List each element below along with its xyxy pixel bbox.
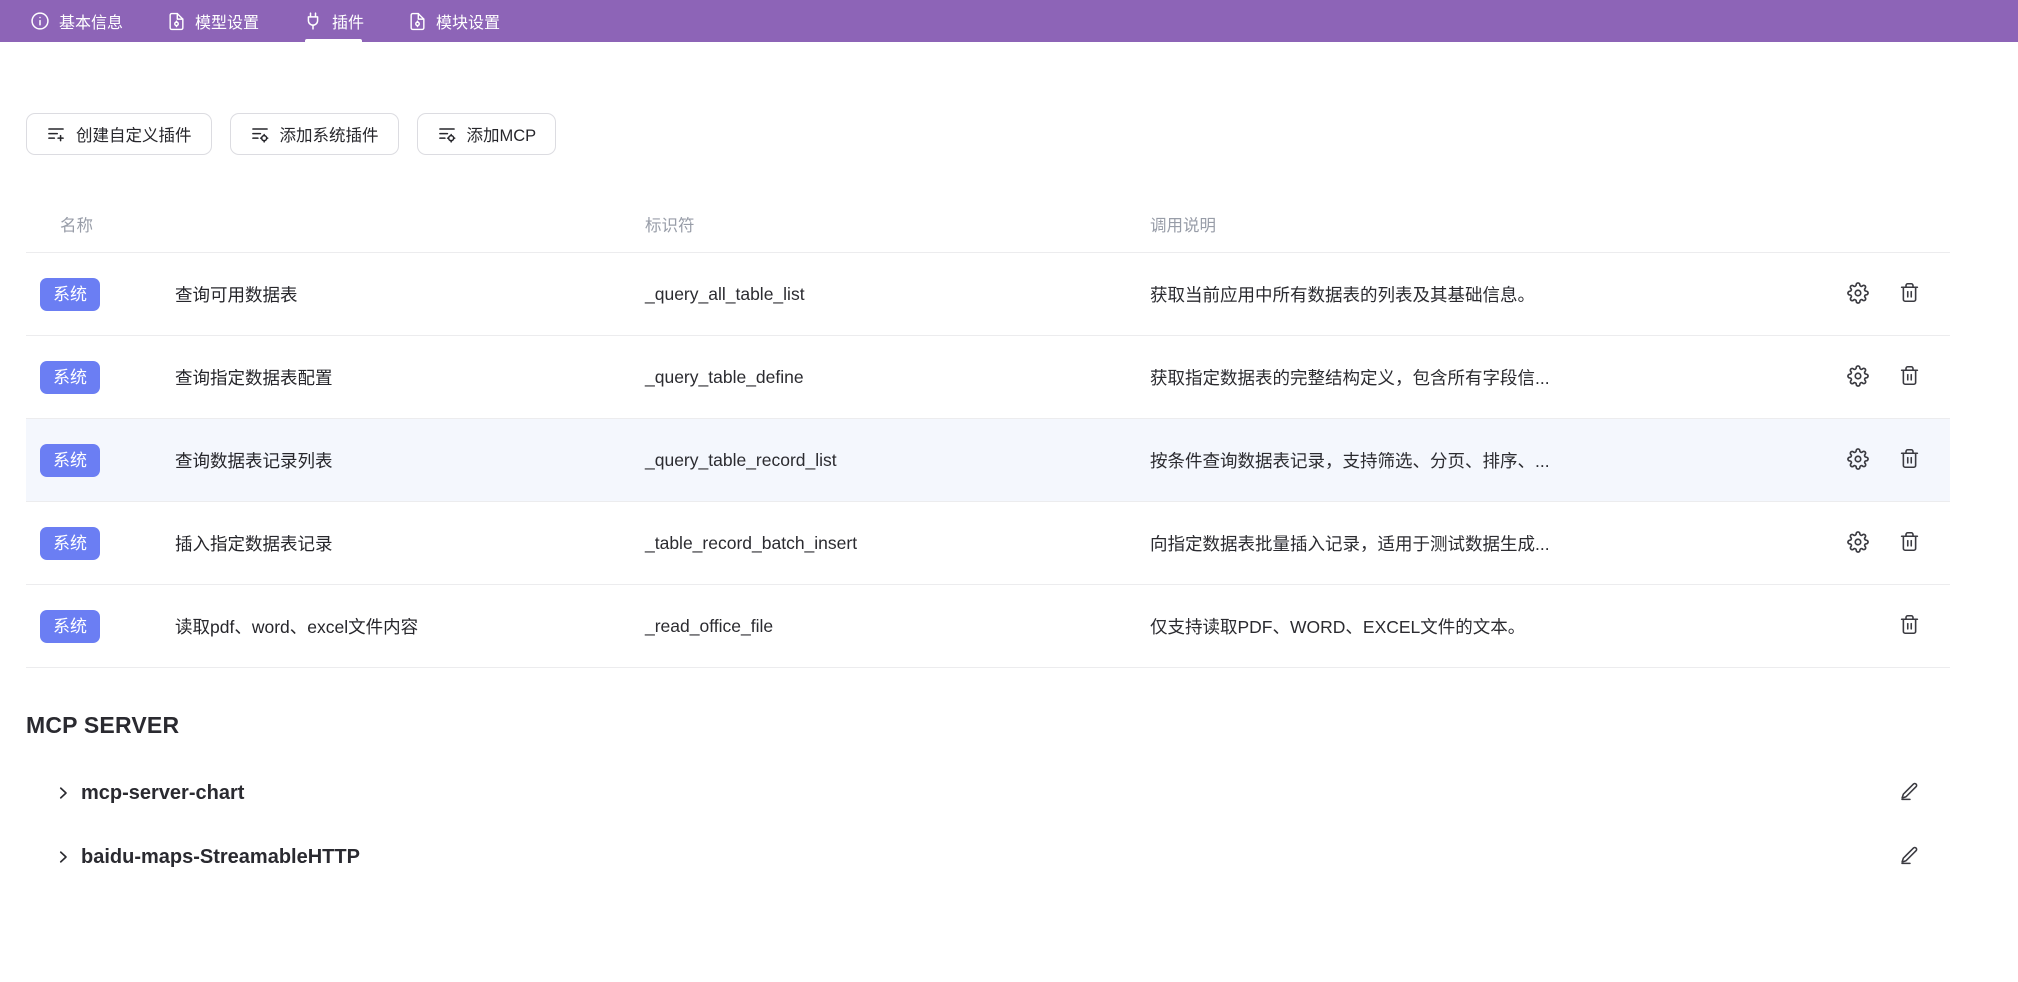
list-gear-icon (250, 124, 270, 144)
tab-plugins[interactable]: 插件 (303, 0, 364, 42)
system-badge: 系统 (40, 361, 100, 394)
pencil-icon (1899, 845, 1920, 869)
file-gear-icon (408, 12, 427, 31)
settings-button[interactable] (1847, 448, 1869, 473)
tab-basic-info[interactable]: 基本信息 (30, 0, 123, 42)
tab-label: 插件 (332, 9, 364, 33)
edit-button[interactable] (1899, 845, 1920, 869)
table-row[interactable]: 系统 查询指定数据表配置 _query_table_define 获取指定数据表… (26, 336, 1950, 419)
mcp-item-name: mcp-server-chart (81, 782, 244, 805)
plugin-identifier: _table_record_batch_insert (645, 533, 1150, 554)
column-header-description: 调用说明 (1150, 212, 1820, 236)
mcp-item-mcp-server-chart[interactable]: mcp-server-chart (26, 761, 1950, 825)
button-label: 添加MCP (467, 122, 537, 146)
system-badge: 系统 (40, 278, 100, 311)
tab-label: 模块设置 (436, 9, 500, 33)
plugin-description: 按条件查询数据表记录，支持筛选、分页、排序、... (1150, 448, 1820, 473)
tab-module-settings[interactable]: 模块设置 (408, 0, 500, 42)
system-badge: 系统 (40, 527, 100, 560)
plugin-description: 向指定数据表批量插入记录，适用于测试数据生成... (1150, 531, 1820, 556)
column-header-identifier: 标识符 (645, 212, 1150, 236)
mcp-section-title: MCP SERVER (26, 712, 1950, 739)
button-label: 创建自定义插件 (76, 122, 192, 146)
trash-icon (1899, 448, 1920, 472)
plugin-table: 名称 标识符 调用说明 系统 查询可用数据表 _query_all_table_… (26, 195, 1950, 668)
system-badge: 系统 (40, 610, 100, 643)
column-header-name: 名称 (40, 212, 645, 236)
settings-button[interactable] (1847, 531, 1869, 556)
mcp-item-name: baidu-maps-StreamableHTTP (81, 846, 360, 869)
trash-icon (1899, 282, 1920, 306)
mcp-section: MCP SERVER mcp-server-chart baidu-ma (26, 712, 1950, 889)
settings-button[interactable] (1847, 282, 1869, 307)
list-plus-icon (46, 124, 66, 144)
add-system-plugin-button[interactable]: 添加系统插件 (230, 113, 399, 155)
delete-button[interactable] (1899, 614, 1920, 638)
pencil-icon (1899, 781, 1920, 805)
plugin-name: 查询可用数据表 (175, 282, 645, 307)
chevron-right-icon (54, 848, 72, 866)
file-gear-icon (167, 12, 186, 31)
plugin-name: 查询指定数据表配置 (175, 365, 645, 390)
delete-button[interactable] (1899, 282, 1920, 307)
mcp-list: mcp-server-chart baidu-maps-StreamableHT… (26, 761, 1950, 889)
plugin-identifier: _query_all_table_list (645, 284, 1150, 305)
add-mcp-button[interactable]: 添加MCP (417, 113, 557, 155)
gear-icon (1847, 448, 1869, 473)
plugin-description: 获取指定数据表的完整结构定义，包含所有字段信... (1150, 365, 1820, 390)
create-custom-plugin-button[interactable]: 创建自定义插件 (26, 113, 212, 155)
tab-label: 基本信息 (59, 9, 123, 33)
plugin-name: 查询数据表记录列表 (175, 448, 645, 473)
chevron-right-icon (54, 784, 72, 802)
table-row[interactable]: 系统 读取pdf、word、excel文件内容 _read_office_fil… (26, 585, 1950, 668)
gear-icon (1847, 531, 1869, 556)
plug-icon (303, 11, 323, 31)
mcp-item-baidu-maps[interactable]: baidu-maps-StreamableHTTP (26, 825, 1950, 889)
plugin-identifier: _read_office_file (645, 616, 1150, 637)
table-header-row: 名称 标识符 调用说明 (26, 195, 1950, 253)
tab-model-settings[interactable]: 模型设置 (167, 0, 259, 42)
button-label: 添加系统插件 (280, 122, 379, 146)
trash-icon (1899, 614, 1920, 638)
trash-icon (1899, 531, 1920, 555)
plugin-description: 获取当前应用中所有数据表的列表及其基础信息。 (1150, 282, 1820, 307)
main-content: 创建自定义插件 添加系统插件 添加MCP 名称 标识符 调用说明 系统 查询可用… (0, 113, 2018, 889)
plugin-name: 插入指定数据表记录 (175, 531, 645, 556)
info-icon (30, 11, 50, 31)
settings-button[interactable] (1847, 365, 1869, 390)
toolbar: 创建自定义插件 添加系统插件 添加MCP (26, 113, 1950, 155)
trash-icon (1899, 365, 1920, 389)
gear-icon (1847, 282, 1869, 307)
plugin-identifier: _query_table_define (645, 367, 1150, 388)
plugin-name: 读取pdf、word、excel文件内容 (175, 614, 645, 639)
delete-button[interactable] (1899, 365, 1920, 390)
plugin-identifier: _query_table_record_list (645, 450, 1150, 471)
list-gear-icon (437, 124, 457, 144)
delete-button[interactable] (1899, 448, 1920, 473)
gear-icon (1847, 365, 1869, 390)
table-row[interactable]: 系统 查询数据表记录列表 _query_table_record_list 按条… (26, 419, 1950, 502)
tab-label: 模型设置 (195, 9, 259, 33)
top-tab-bar: 基本信息 模型设置 插件 模块设置 (0, 0, 2018, 42)
edit-button[interactable] (1899, 781, 1920, 805)
plugin-description: 仅支持读取PDF、WORD、EXCEL文件的文本。 (1150, 614, 1820, 639)
table-row[interactable]: 系统 查询可用数据表 _query_all_table_list 获取当前应用中… (26, 253, 1950, 336)
table-row[interactable]: 系统 插入指定数据表记录 _table_record_batch_insert … (26, 502, 1950, 585)
delete-button[interactable] (1899, 531, 1920, 556)
system-badge: 系统 (40, 444, 100, 477)
